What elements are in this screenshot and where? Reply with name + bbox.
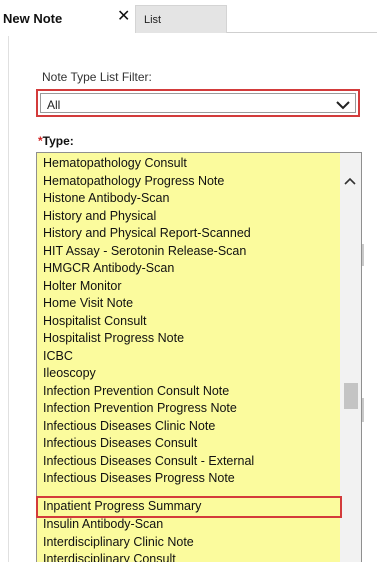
list-item[interactable]: Hospitalist Progress Note [43,330,184,347]
background-field-edge [362,244,364,266]
list-item[interactable]: Hospitalist Consult [43,313,147,330]
tab-list-label: List [144,14,162,26]
tab-divider [227,32,377,33]
list-item[interactable]: History and Physical [43,208,156,225]
list-item[interactable]: Interdisciplinary Clinic Note [43,534,194,551]
list-item[interactable]: Holter Monitor [43,278,122,295]
list-item[interactable]: Infectious Diseases Consult - External [43,453,254,470]
list-item[interactable]: Ileoscopy [43,365,96,382]
chevron-up-icon[interactable] [342,175,358,187]
list-item[interactable]: Infectious Diseases Clinic Note [43,418,215,435]
note-type-filter-label: Note Type List Filter: [42,70,152,84]
list-item[interactable]: HIT Assay - Serotonin Release-Scan [43,243,246,260]
list-item[interactable]: Infectious Diseases Consult [43,435,197,452]
list-item[interactable]: Home Visit Note [43,295,133,312]
close-icon[interactable]: ✕ [117,8,130,26]
selection-highlight-box [36,496,342,518]
list-item[interactable]: ICBC [43,348,73,365]
list-item[interactable]: Insulin Antibody-Scan [43,516,163,533]
list-item[interactable]: Infectious Diseases Progress Note [43,470,235,487]
note-type-filter-select[interactable]: All [36,89,360,117]
list-scrollbar[interactable] [340,153,361,562]
type-field-label: *Type: [38,134,74,148]
list-item[interactable]: Hematopathology Consult [43,155,187,172]
list-item[interactable]: Infection Prevention Progress Note [43,400,237,417]
note-type-filter-value: All [47,98,61,112]
tab-new-note[interactable]: New Note ✕ [0,0,135,36]
list-item[interactable]: Hematopathology Progress Note [43,173,224,190]
scrollbar-thumb[interactable] [344,383,358,409]
list-item[interactable]: Interdisciplinary Consult [43,551,176,562]
list-item[interactable]: History and Physical Report-Scanned [43,225,251,242]
list-item[interactable]: Infection Prevention Consult Note [43,383,229,400]
tab-bar: New Note ✕ List [0,0,377,36]
type-label-text: Type: [42,134,74,148]
list-item[interactable]: HMGCR Antibody-Scan [43,260,174,277]
chevron-down-icon [336,101,350,110]
list-item[interactable]: Histone Antibody-Scan [43,190,169,207]
tab-new-note-label: New Note [3,11,63,26]
background-field-edge [362,398,364,422]
tab-list[interactable]: List [135,5,227,33]
panel-border [8,36,9,562]
